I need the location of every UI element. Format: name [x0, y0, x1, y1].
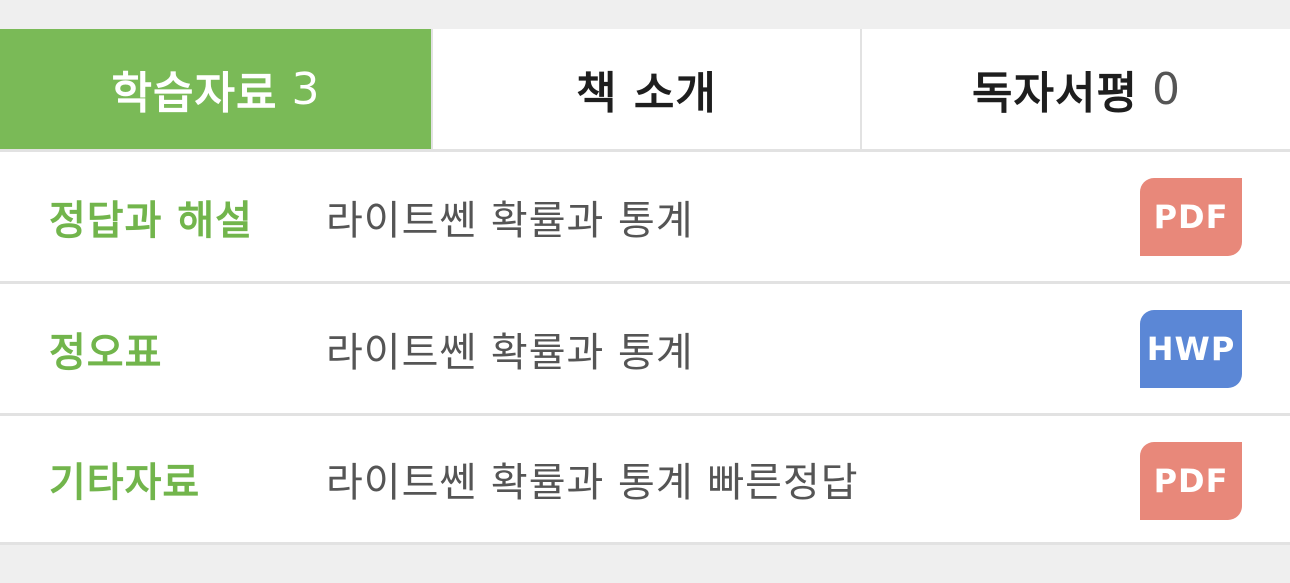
hwp-download-badge[interactable]: HWP	[1140, 310, 1242, 388]
item-category: 정답과 해설	[49, 197, 253, 244]
tab-bar: 학습자료 3 책 소개 독자서평 0	[0, 29, 1290, 149]
tab-book-intro[interactable]: 책 소개	[431, 29, 860, 149]
tab-label: 학습자료	[111, 68, 278, 119]
tab-label: 책 소개	[576, 68, 717, 119]
tab-learning-materials[interactable]: 학습자료 3	[0, 29, 431, 149]
tab-count: 0	[1151, 63, 1180, 115]
pdf-download-badge[interactable]: PDF	[1140, 442, 1242, 520]
list-item[interactable]: 정오표 라이트쎈 확률과 통계 HWP	[0, 281, 1290, 413]
item-title: 라이트쎈 확률과 통계	[326, 197, 694, 244]
item-title: 라이트쎈 확률과 통계	[326, 329, 694, 376]
tab-count: 3	[291, 63, 320, 115]
tab-reader-reviews[interactable]: 독자서평 0	[860, 29, 1290, 149]
item-category: 정오표	[49, 329, 163, 376]
pdf-download-badge[interactable]: PDF	[1140, 178, 1242, 256]
list-item[interactable]: 기타자료 라이트쎈 확률과 통계 빠른정답 PDF	[0, 413, 1290, 545]
item-category: 기타자료	[49, 460, 201, 506]
item-title: 라이트쎈 확률과 통계 빠른정답	[326, 460, 859, 506]
materials-list: 정답과 해설 라이트쎈 확률과 통계 PDF 정오표 라이트쎈 확률과 통계 H…	[0, 149, 1290, 545]
list-item[interactable]: 정답과 해설 라이트쎈 확률과 통계 PDF	[0, 149, 1290, 281]
tab-label: 독자서평	[972, 68, 1138, 119]
